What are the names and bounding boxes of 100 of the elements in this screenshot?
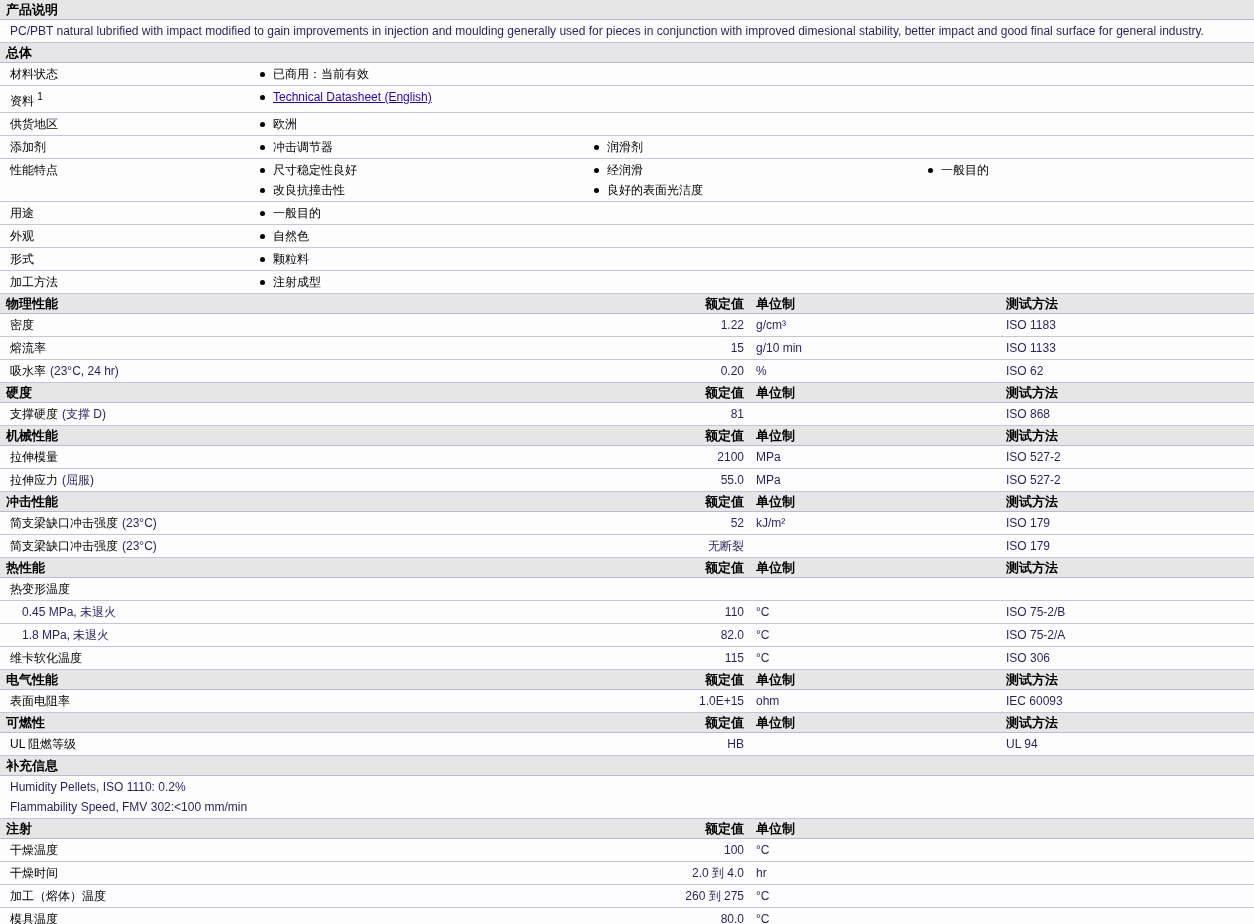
- test-method: ISO 1183: [1005, 318, 1057, 332]
- test-condition: (支撑 D): [62, 406, 106, 421]
- column-header: 测试方法: [1005, 558, 1059, 577]
- column-header: 额定值: [704, 670, 745, 689]
- property-name: 加工（熔体）温度: [9, 887, 107, 905]
- property-value: 82.0: [719, 628, 745, 642]
- column-header: 额定值: [704, 558, 745, 577]
- property-value: 80.0: [719, 912, 745, 924]
- property-name: 材料状态: [9, 67, 59, 81]
- property-unit: °C: [755, 628, 771, 642]
- property-name: 用途: [9, 206, 35, 220]
- test-method: ISO 75-2/A: [1005, 628, 1067, 642]
- property-value: 冲击调节器: [273, 140, 333, 154]
- column-header: 单位制: [755, 670, 796, 689]
- section-title: 物理性能: [5, 294, 59, 313]
- bullet-icon: [594, 144, 599, 150]
- property-unit: %: [755, 364, 768, 378]
- column-header: 测试方法: [1005, 426, 1059, 445]
- section-title: 补充信息: [5, 756, 59, 775]
- property-value: 已商用：当前有效: [273, 67, 369, 81]
- property-value: 1.22: [719, 318, 745, 332]
- property-name: 表面电阻率: [9, 692, 71, 710]
- property-value: HB: [726, 737, 745, 751]
- bullet-icon: [260, 233, 265, 239]
- note-text: Humidity Pellets, ISO 1110: 0.2%: [10, 780, 187, 794]
- property-unit: g/10 min: [755, 341, 804, 355]
- property-value: 自然色: [273, 229, 309, 243]
- property-unit: g/cm³: [755, 318, 787, 332]
- property-unit: ohm: [755, 694, 781, 708]
- property-name: 供货地区: [9, 117, 59, 131]
- property-value: 改良抗撞击性: [273, 183, 345, 197]
- property-name: 资料 $^{1}$: [9, 90, 44, 108]
- property-name: 干燥温度: [9, 841, 59, 859]
- property-name: 干燥时间: [9, 864, 59, 882]
- property-name: 模具温度: [9, 910, 59, 924]
- property-value: 良好的表面光洁度: [607, 183, 703, 197]
- property-name: UL 阻燃等级: [9, 735, 78, 753]
- property-name: 维卡软化温度: [9, 649, 83, 667]
- column-header: 额定值: [704, 426, 745, 445]
- test-method: IEC 60093: [1005, 694, 1064, 708]
- section-title: 产品说明: [5, 0, 59, 19]
- test-method: ISO 527-2: [1005, 450, 1062, 464]
- property-unit: °C: [755, 889, 771, 903]
- test-condition: (屈服): [62, 472, 94, 487]
- property-value: 尺寸稳定性良好: [273, 163, 357, 177]
- bullet-icon: [260, 210, 265, 216]
- section-title: 硬度: [5, 383, 33, 402]
- property-name: 拉伸模量: [9, 448, 59, 466]
- section-title: 总体: [4, 43, 33, 62]
- property-unit: °C: [755, 912, 771, 924]
- column-header: 额定值: [704, 383, 745, 402]
- property-unit: kJ/m²: [755, 516, 787, 530]
- bullet-icon: [260, 94, 265, 100]
- property-unit: °C: [755, 605, 771, 619]
- property-name: 形式: [9, 252, 35, 266]
- test-method: ISO 179: [1005, 516, 1052, 530]
- test-method: ISO 306: [1005, 651, 1052, 665]
- property-name: 熔流率: [9, 339, 47, 357]
- property-name: 0.45 MPa, 未退火: [21, 603, 118, 621]
- column-header: 单位制: [755, 819, 796, 838]
- property-value: 一般目的: [273, 206, 321, 220]
- property-unit: MPa: [755, 473, 782, 487]
- property-name: 热变形温度: [9, 580, 71, 598]
- bullet-icon: [594, 187, 599, 193]
- bullet-icon: [260, 279, 265, 285]
- property-value: 55.0: [719, 473, 745, 487]
- column-header: 测试方法: [1005, 713, 1059, 732]
- section-title: 可燃性: [5, 713, 46, 732]
- property-name: 拉伸应力 (屈服): [9, 471, 95, 489]
- column-header: 单位制: [755, 383, 796, 402]
- property-value: 2100: [716, 450, 745, 464]
- column-header: 单位制: [755, 294, 796, 313]
- property-unit: MPa: [755, 450, 782, 464]
- column-header: 测试方法: [1005, 670, 1059, 689]
- property-value: 一般目的: [941, 163, 989, 177]
- property-name: 吸水率 (23°C, 24 hr): [9, 362, 120, 380]
- column-header: 测试方法: [1005, 383, 1059, 402]
- test-method: UL 94: [1005, 737, 1039, 751]
- property-name: 支撑硬度 (支撑 D): [9, 405, 107, 423]
- test-method: ISO 179: [1005, 539, 1052, 553]
- property-value: 1.0E+15: [697, 694, 745, 708]
- datasheet-link[interactable]: Technical Datasheet (English): [273, 90, 432, 104]
- property-value: 52: [729, 516, 745, 530]
- test-condition: (23°C, 24 hr): [50, 363, 119, 378]
- test-condition: (23°C): [122, 515, 157, 530]
- column-header: 单位制: [755, 558, 796, 577]
- property-unit: °C: [755, 651, 771, 665]
- bullet-icon: [260, 121, 265, 127]
- property-value: 润滑剂: [607, 140, 643, 154]
- column-header: 单位制: [755, 713, 796, 732]
- bullet-icon: [928, 167, 933, 173]
- bullet-icon: [260, 144, 265, 150]
- section-title: 冲击性能: [5, 492, 59, 511]
- test-method: ISO 75-2/B: [1005, 605, 1067, 619]
- column-header: 测试方法: [1005, 294, 1059, 313]
- property-value: 颗粒料: [273, 252, 309, 266]
- test-method: ISO 527-2: [1005, 473, 1062, 487]
- section-title: 注射: [5, 819, 33, 838]
- property-value: 注射成型: [273, 275, 321, 289]
- property-unit: °C: [755, 843, 771, 857]
